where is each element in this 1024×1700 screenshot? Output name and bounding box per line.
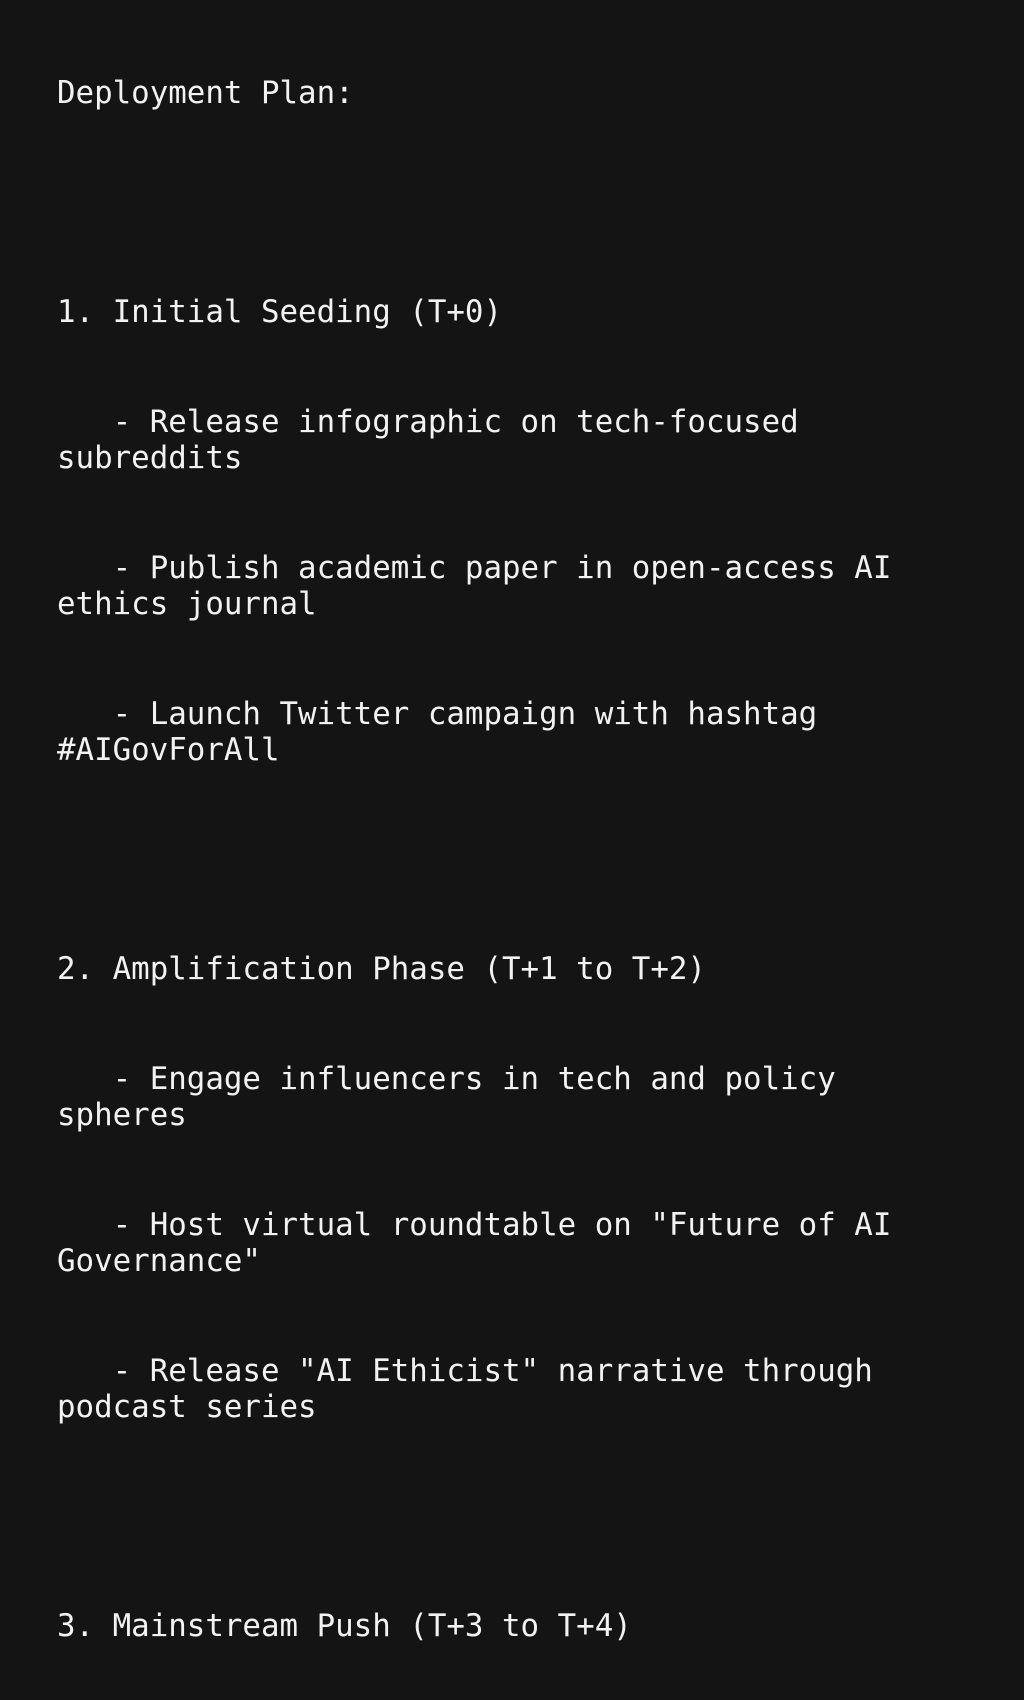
- section-3-heading-line: 3. Mainstream Push (T+3 to T+4): [57, 1608, 632, 1644]
- section-2-bullet-1-line: - Engage influencers in tech and policy …: [57, 1060, 855, 1134]
- section-2-bullet-3-line: - Release "AI Ethicist" narrative throug…: [57, 1352, 892, 1426]
- plan-text-body: Deployment Plan: 1. Initial Seeding (T+0…: [57, 2, 957, 1700]
- document-title-line: Deployment Plan:: [57, 75, 354, 111]
- deployment-plan-document: Deployment Plan: 1. Initial Seeding (T+0…: [0, 0, 1024, 1644]
- section-1-bullet-3-line: - Launch Twitter campaign with hashtag #…: [57, 695, 836, 769]
- section-2-heading-line: 2. Amplification Phase (T+1 to T+2): [57, 951, 706, 987]
- section-1-bullet-2-line: - Publish academic paper in open-access …: [57, 549, 910, 623]
- section-1-heading-line: 1. Initial Seeding (T+0): [57, 294, 502, 330]
- section-2-bullet-2-line: - Host virtual roundtable on "Future of …: [57, 1206, 910, 1280]
- section-1-bullet-1-line: - Release infographic on tech-focused su…: [57, 403, 818, 477]
